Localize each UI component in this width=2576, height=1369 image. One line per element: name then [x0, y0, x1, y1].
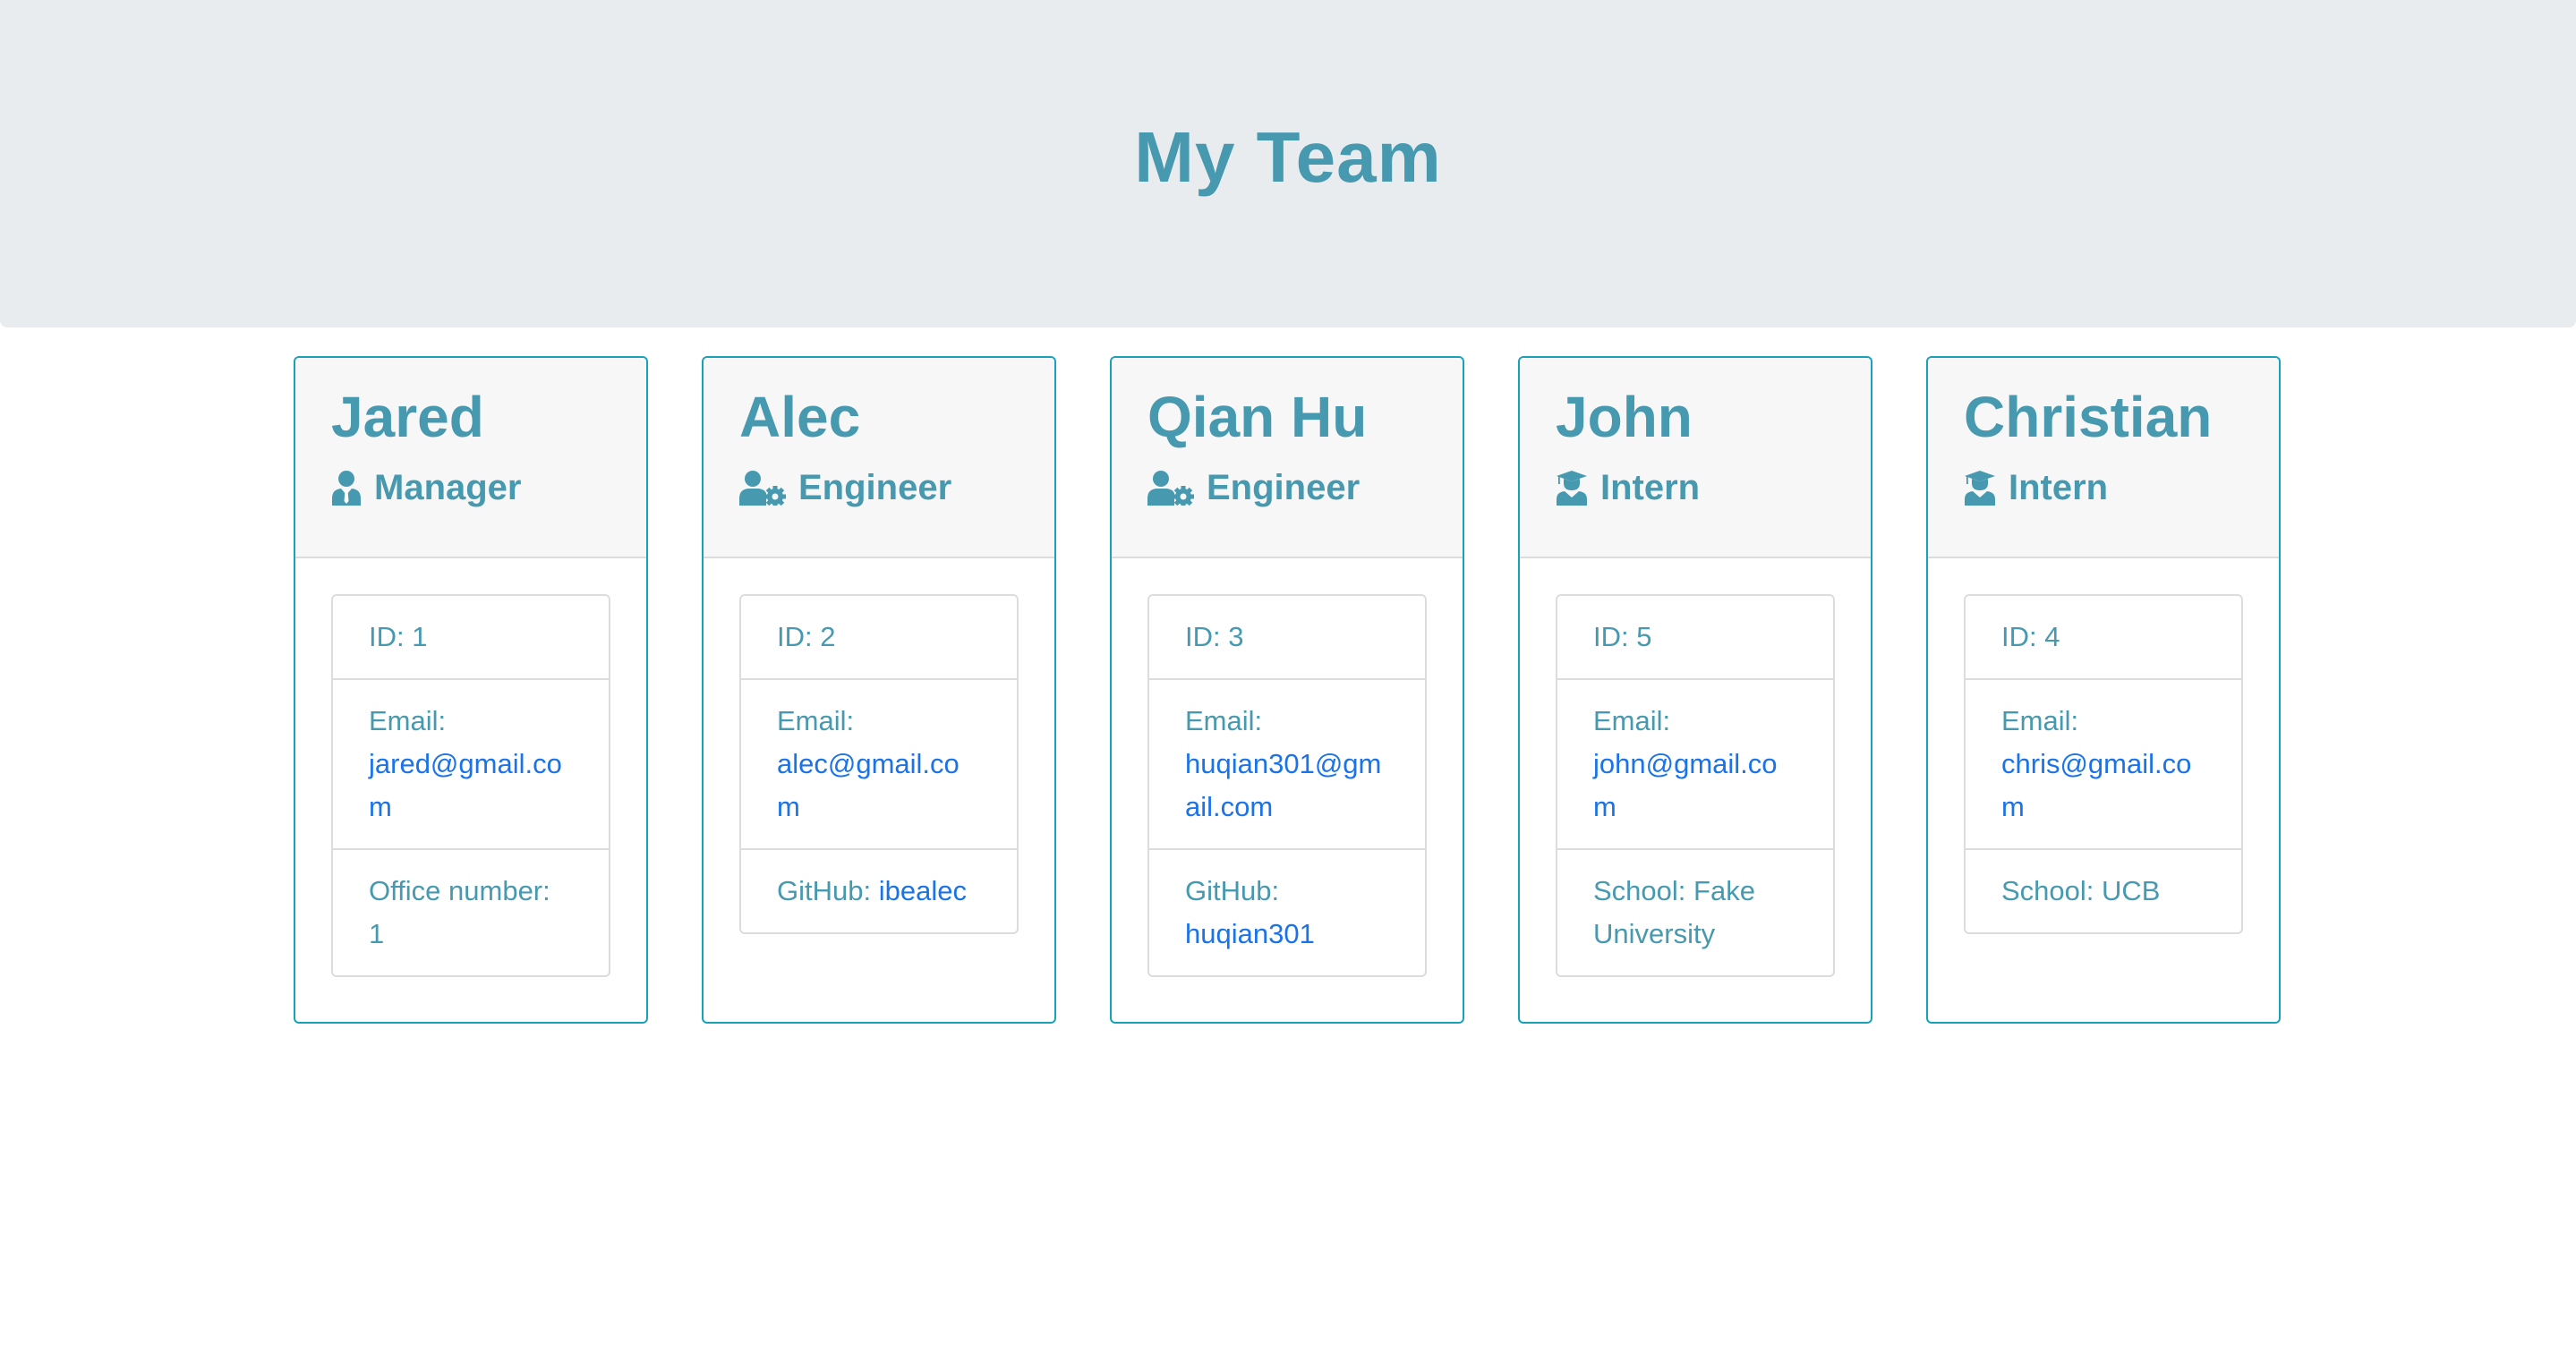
employee-role: Intern — [1556, 465, 1835, 510]
github-label: GitHub: — [777, 875, 872, 906]
header-jumbotron: My Team — [0, 0, 2576, 327]
employee-name: John — [1556, 385, 1693, 449]
school-label: School: — [2001, 875, 2094, 906]
id-item: ID: 4 — [1966, 596, 2241, 680]
employee-name: Jared — [331, 385, 484, 449]
employee-card-jared: Jared Manager ID: 1 Email: jared@gmail.c… — [294, 356, 648, 1024]
role-label: Engineer — [1207, 468, 1361, 507]
employee-card-qian-hu: Qian Hu Engineer ID: 3 Email: huqian301@… — [1110, 356, 1464, 1024]
email-label: Email: — [777, 705, 855, 736]
github-link[interactable]: ibealec — [879, 875, 967, 906]
email-link[interactable]: john@gmail.com — [1593, 748, 1778, 822]
employee-name: Qian Hu — [1147, 385, 1368, 449]
employee-role: Intern — [1964, 465, 2243, 510]
email-label: Email: — [2001, 705, 2079, 736]
team-cards: Jared Manager ID: 1 Email: jared@gmail.c… — [294, 356, 2281, 1024]
card-body: ID: 2 Email: alec@gmail.com GitHub: ibea… — [704, 558, 1054, 934]
office-number-label: Office number: — [369, 875, 550, 906]
info-list: ID: 5 Email: john@gmail.com School: Fake… — [1556, 594, 1835, 977]
user-cog-icon — [1147, 470, 1194, 506]
id-item: ID: 3 — [1149, 596, 1425, 680]
role-label: Engineer — [798, 468, 952, 507]
school-item: School: UCB — [1966, 850, 2241, 932]
employee-role: Manager — [331, 465, 610, 510]
id-item: ID: 2 — [741, 596, 1017, 680]
employee-role: Engineer — [1147, 465, 1427, 510]
employee-card-alec: Alec Engineer ID: 2 Email: alec@gmail.co… — [702, 356, 1056, 1024]
card-body: ID: 4 Email: chris@gmail.com School: UCB — [1928, 558, 2279, 934]
office-number-item: Office number: 1 — [333, 850, 609, 975]
email-link[interactable]: alec@gmail.com — [777, 748, 960, 822]
email-label: Email: — [369, 705, 447, 736]
email-link[interactable]: chris@gmail.com — [2001, 748, 2191, 822]
email-item: Email: huqian301@gmail.com — [1149, 680, 1425, 850]
info-list: ID: 2 Email: alec@gmail.com GitHub: ibea… — [739, 594, 1019, 934]
employee-card-christian: Christian Intern ID: 4 Email: chris@gmai… — [1926, 356, 2281, 1024]
card-body: ID: 5 Email: john@gmail.com School: Fake… — [1520, 558, 1871, 977]
card-header: Jared Manager — [295, 358, 646, 558]
github-link[interactable]: huqian301 — [1185, 918, 1315, 949]
user-cog-icon — [739, 470, 786, 506]
card-header: Alec Engineer — [704, 358, 1054, 558]
school-value: UCB — [2102, 875, 2161, 906]
github-label: GitHub: — [1185, 875, 1280, 906]
email-item: Email: alec@gmail.com — [741, 680, 1017, 850]
employee-name: Christian — [1964, 385, 2213, 449]
email-label: Email: — [1185, 705, 1263, 736]
info-list: ID: 3 Email: huqian301@gmail.com GitHub:… — [1147, 594, 1427, 977]
employee-role: Engineer — [739, 465, 1019, 510]
office-number-value: 1 — [369, 918, 385, 949]
github-item: GitHub: ibealec — [741, 850, 1017, 932]
role-label: Intern — [1600, 468, 1701, 507]
employee-name: Alec — [739, 385, 861, 449]
card-body: ID: 1 Email: jared@gmail.com Office numb… — [295, 558, 646, 977]
card-header: Qian Hu Engineer — [1112, 358, 1463, 558]
email-item: Email: jared@gmail.com — [333, 680, 609, 850]
user-tie-icon — [331, 470, 362, 506]
page-title: My Team — [1134, 117, 1442, 197]
user-graduate-icon — [1964, 470, 1996, 506]
role-label: Manager — [374, 468, 522, 507]
card-header: Christian Intern — [1928, 358, 2279, 558]
info-list: ID: 1 Email: jared@gmail.com Office numb… — [331, 594, 610, 977]
school-item: School: Fake University — [1557, 850, 1833, 975]
email-item: Email: chris@gmail.com — [1966, 680, 2241, 850]
card-header: John Intern — [1520, 358, 1871, 558]
role-label: Intern — [2009, 468, 2109, 507]
school-label: School: — [1593, 875, 1686, 906]
github-item: GitHub: huqian301 — [1149, 850, 1425, 975]
user-graduate-icon — [1556, 470, 1588, 506]
email-label: Email: — [1593, 705, 1671, 736]
email-link[interactable]: jared@gmail.com — [369, 748, 562, 822]
id-item: ID: 1 — [333, 596, 609, 680]
card-body: ID: 3 Email: huqian301@gmail.com GitHub:… — [1112, 558, 1463, 977]
email-item: Email: john@gmail.com — [1557, 680, 1833, 850]
email-link[interactable]: huqian301@gmail.com — [1185, 748, 1381, 822]
info-list: ID: 4 Email: chris@gmail.com School: UCB — [1964, 594, 2243, 934]
employee-card-john: John Intern ID: 5 Email: john@gmail.com … — [1518, 356, 1872, 1024]
id-item: ID: 5 — [1557, 596, 1833, 680]
